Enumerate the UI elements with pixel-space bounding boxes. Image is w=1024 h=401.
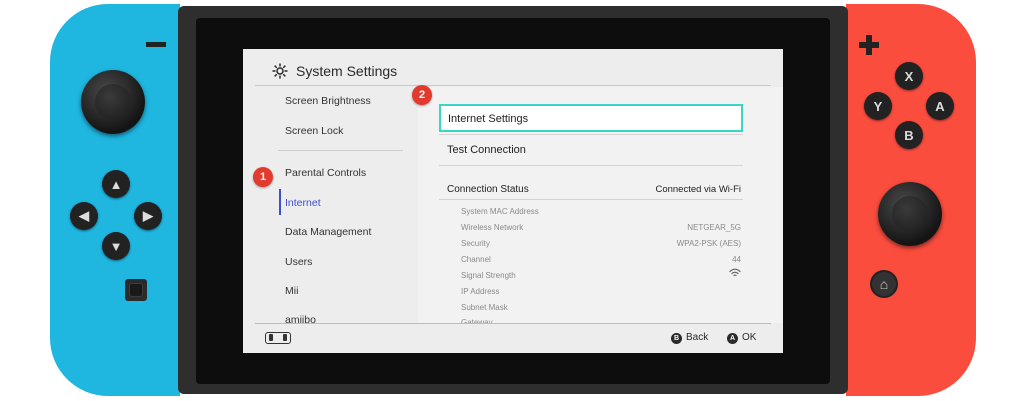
b-button[interactable]: B [895, 121, 923, 149]
home-button[interactable]: ⌂ [870, 270, 898, 298]
capture-button[interactable] [125, 279, 147, 301]
y-button[interactable]: Y [864, 92, 892, 120]
connection-status-label: Connection Status [447, 184, 529, 195]
sidebar-item-screen-brightness[interactable]: Screen Brightness [285, 95, 371, 107]
wifi-signal-icon [729, 268, 741, 277]
minus-button[interactable] [146, 42, 166, 47]
dpad-left-button[interactable]: ◀ [70, 202, 98, 230]
right-stick[interactable] [878, 182, 942, 246]
detail-key: Subnet Mask [461, 303, 508, 312]
controller-icon [265, 332, 291, 344]
title-divider [255, 85, 771, 86]
sidebar-divider [278, 150, 403, 151]
step-1-badge: 1 [253, 167, 273, 187]
dpad-down-button[interactable]: ▼ [102, 232, 130, 260]
dpad-up-button[interactable]: ▲ [102, 170, 130, 198]
detail-key: System MAC Address [461, 207, 539, 216]
internet-settings-label: Internet Settings [448, 113, 529, 125]
internet-settings-option[interactable]: Internet Settings [439, 104, 743, 132]
ok-button[interactable]: OK [742, 332, 756, 343]
sidebar-item-internet[interactable]: Internet [285, 197, 321, 209]
detail-key: Wireless Network [461, 223, 524, 232]
sidebar-item-data-management[interactable]: Data Management [285, 226, 371, 238]
step-2-badge: 2 [412, 85, 432, 105]
divider [439, 134, 743, 135]
a-button[interactable]: A [926, 92, 954, 120]
divider [439, 165, 743, 166]
b-button-icon: B [671, 333, 682, 344]
right-joycon: X Y A B ⌂ [846, 4, 976, 396]
sidebar-item-mii[interactable]: Mii [285, 285, 298, 297]
test-connection-option[interactable]: Test Connection [447, 144, 526, 156]
left-joycon: ▲ ◀ ▶ ▼ [50, 4, 180, 396]
detail-value: 44 [732, 255, 741, 264]
a-button-icon: A [727, 333, 738, 344]
detail-key: Security [461, 239, 490, 248]
left-stick[interactable] [81, 70, 145, 134]
settings-screen: System Settings Screen Brightness Screen… [243, 49, 783, 353]
footer-divider [255, 323, 771, 324]
detail-key: IP Address [461, 287, 500, 296]
sidebar-item-parental-controls[interactable]: Parental Controls [285, 167, 366, 179]
detail-value: WPA2-PSK (AES) [676, 239, 741, 248]
plus-button-vertical [866, 35, 872, 55]
divider [439, 199, 743, 200]
connection-status-value: Connected via Wi-Fi [655, 184, 741, 195]
gear-icon [272, 63, 288, 79]
detail-value: NETGEAR_5G [687, 223, 741, 232]
page-title: System Settings [296, 63, 398, 79]
x-button[interactable]: X [895, 62, 923, 90]
detail-key: Signal Strength [461, 271, 516, 280]
sidebar-selection-bar [279, 189, 281, 215]
sidebar-item-screen-lock[interactable]: Screen Lock [285, 125, 343, 137]
sidebar-item-users[interactable]: Users [285, 256, 312, 268]
back-button[interactable]: Back [686, 332, 708, 343]
dpad-right-button[interactable]: ▶ [134, 202, 162, 230]
detail-key: Channel [461, 255, 491, 264]
